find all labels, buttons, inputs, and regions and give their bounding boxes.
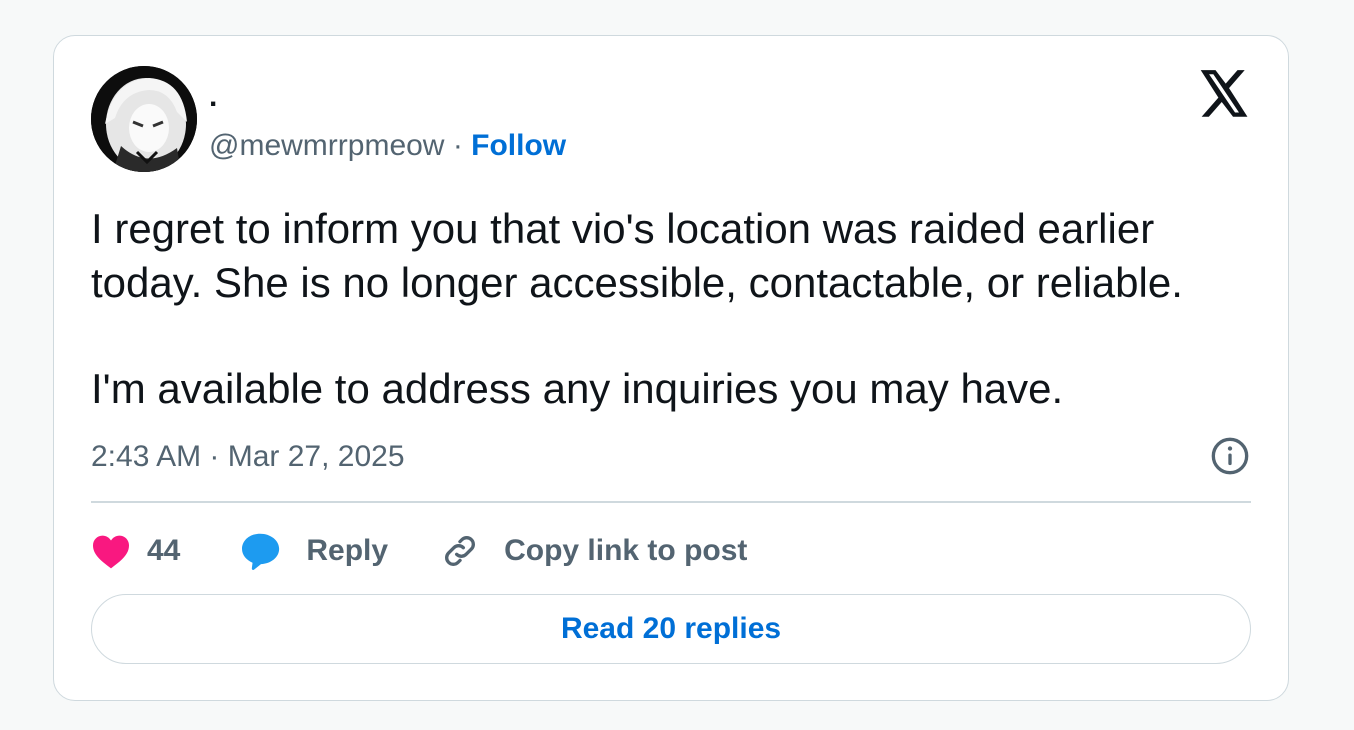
action-bar: 44 Reply Copy link to post bbox=[91, 526, 747, 576]
reply-label: Reply bbox=[306, 534, 389, 567]
tweet-text-line: I'm available to address any inquiries y… bbox=[91, 365, 1064, 412]
tweet-text-line: I regret to inform you that vio's locati… bbox=[91, 205, 1155, 252]
like-count: 44 bbox=[147, 534, 181, 567]
link-icon bbox=[440, 531, 504, 571]
author-handle-row: @mewmrrpmeow · Follow bbox=[209, 128, 566, 164]
copy-link-button[interactable]: Copy link to post bbox=[440, 531, 747, 571]
read-replies-button[interactable]: Read 20 replies bbox=[91, 594, 1251, 664]
heart-icon bbox=[91, 533, 147, 569]
tweet-text: I regret to inform you that vio's locati… bbox=[91, 202, 1271, 416]
x-logo-icon[interactable] bbox=[1198, 70, 1250, 118]
tweet-timestamp[interactable]: 2:43 AM · Mar 27, 2025 bbox=[91, 437, 405, 477]
info-icon[interactable] bbox=[1210, 436, 1250, 476]
handle-separator: · bbox=[444, 129, 472, 162]
display-name[interactable]: . bbox=[209, 82, 217, 112]
reply-button[interactable]: Reply bbox=[240, 532, 440, 570]
follow-button[interactable]: Follow bbox=[471, 129, 566, 162]
avatar[interactable] bbox=[91, 66, 197, 172]
tweet-text-line: today. She is no longer accessible, cont… bbox=[91, 259, 1183, 306]
author-handle[interactable]: @mewmrrpmeow bbox=[209, 129, 444, 162]
like-button[interactable]: 44 bbox=[91, 533, 240, 569]
tweet-card: . @mewmrrpmeow · Follow I regret to info… bbox=[53, 35, 1289, 701]
divider bbox=[91, 501, 1251, 503]
speech-bubble-icon bbox=[240, 532, 306, 570]
copy-link-label: Copy link to post bbox=[504, 534, 748, 567]
